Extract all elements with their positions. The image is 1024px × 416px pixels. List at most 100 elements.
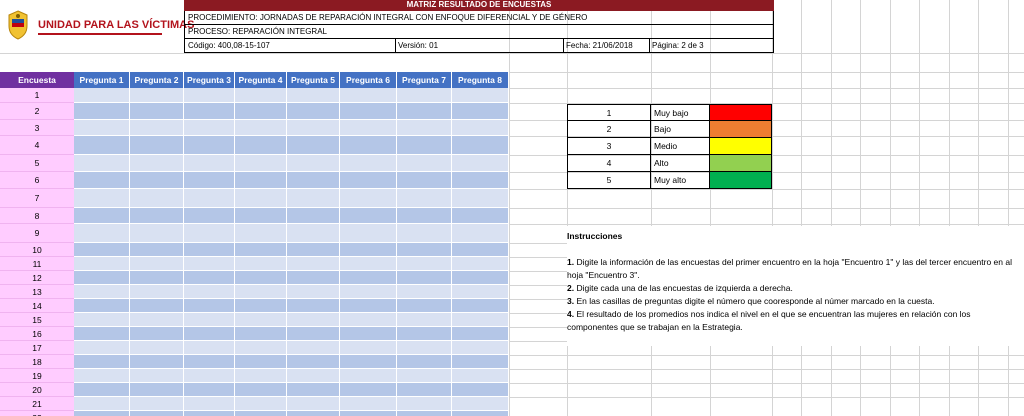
answer-cell[interactable]	[287, 224, 340, 243]
answer-cell[interactable]	[184, 243, 235, 257]
answer-cell[interactable]	[184, 355, 235, 369]
answer-cell[interactable]	[130, 88, 184, 103]
answer-cell[interactable]	[74, 257, 130, 271]
answer-cell[interactable]	[130, 383, 184, 397]
answer-cell[interactable]	[235, 155, 287, 172]
answer-cell[interactable]	[235, 285, 287, 299]
answer-cell[interactable]	[74, 383, 130, 397]
answer-cell[interactable]	[184, 88, 235, 103]
answer-cell[interactable]	[235, 369, 287, 383]
answer-cell[interactable]	[184, 383, 235, 397]
answer-cell[interactable]	[287, 189, 340, 208]
answer-cell[interactable]	[184, 327, 235, 341]
answer-cell[interactable]	[74, 369, 130, 383]
answer-cell[interactable]	[340, 411, 397, 416]
answer-cell[interactable]	[397, 224, 452, 243]
answer-cell[interactable]	[184, 299, 235, 313]
answer-cell[interactable]	[184, 103, 235, 120]
answer-cell[interactable]	[452, 208, 509, 224]
answer-cell[interactable]	[287, 136, 340, 155]
answer-cell[interactable]	[184, 120, 235, 136]
answer-cell[interactable]	[235, 411, 287, 416]
answer-cell[interactable]	[130, 172, 184, 189]
answer-cell[interactable]	[235, 397, 287, 411]
answer-cell[interactable]	[287, 103, 340, 120]
answer-cell[interactable]	[397, 243, 452, 257]
answer-cell[interactable]	[130, 313, 184, 327]
answer-cell[interactable]	[184, 411, 235, 416]
answer-cell[interactable]	[235, 172, 287, 189]
answer-cell[interactable]	[287, 411, 340, 416]
answer-cell[interactable]	[184, 224, 235, 243]
answer-cell[interactable]	[452, 257, 509, 271]
answer-cell[interactable]	[184, 136, 235, 155]
answer-cell[interactable]	[287, 155, 340, 172]
answer-cell[interactable]	[235, 271, 287, 285]
answer-cell[interactable]	[452, 327, 509, 341]
answer-cell[interactable]	[74, 120, 130, 136]
answer-cell[interactable]	[340, 397, 397, 411]
answer-cell[interactable]	[397, 383, 452, 397]
answer-cell[interactable]	[184, 208, 235, 224]
answer-cell[interactable]	[74, 243, 130, 257]
column-header-encuesta[interactable]: Encuesta	[0, 72, 74, 88]
answer-cell[interactable]	[74, 136, 130, 155]
answer-cell[interactable]	[397, 155, 452, 172]
answer-cell[interactable]	[452, 155, 509, 172]
answer-cell[interactable]	[287, 299, 340, 313]
answer-cell[interactable]	[130, 411, 184, 416]
answer-cell[interactable]	[130, 299, 184, 313]
answer-cell[interactable]	[184, 172, 235, 189]
answer-cell[interactable]	[397, 285, 452, 299]
answer-cell[interactable]	[452, 120, 509, 136]
answer-cell[interactable]	[287, 271, 340, 285]
answer-cell[interactable]	[184, 189, 235, 208]
answer-cell[interactable]	[184, 155, 235, 172]
answer-cell[interactable]	[397, 355, 452, 369]
answer-cell[interactable]	[397, 271, 452, 285]
answer-cell[interactable]	[287, 327, 340, 341]
answer-cell[interactable]	[287, 369, 340, 383]
answer-cell[interactable]	[340, 355, 397, 369]
answer-cell[interactable]	[130, 341, 184, 355]
answer-cell[interactable]	[74, 299, 130, 313]
answer-cell[interactable]	[287, 208, 340, 224]
answer-cell[interactable]	[130, 120, 184, 136]
answer-cell[interactable]	[340, 299, 397, 313]
answer-cell[interactable]	[74, 224, 130, 243]
answer-cell[interactable]	[340, 189, 397, 208]
answer-cell[interactable]	[287, 88, 340, 103]
answer-cell[interactable]	[74, 155, 130, 172]
answer-cell[interactable]	[287, 257, 340, 271]
answer-cell[interactable]	[340, 383, 397, 397]
answer-cell[interactable]	[74, 271, 130, 285]
answer-cell[interactable]	[235, 313, 287, 327]
answer-cell[interactable]	[184, 341, 235, 355]
answer-cell[interactable]	[287, 172, 340, 189]
answer-cell[interactable]	[340, 313, 397, 327]
answer-cell[interactable]	[74, 313, 130, 327]
column-header-pregunta-4[interactable]: Pregunta 4	[235, 72, 287, 88]
answer-cell[interactable]	[452, 243, 509, 257]
answer-cell[interactable]	[74, 285, 130, 299]
answer-cell[interactable]	[452, 189, 509, 208]
answer-cell[interactable]	[184, 285, 235, 299]
answer-cell[interactable]	[74, 411, 130, 416]
answer-cell[interactable]	[397, 136, 452, 155]
answer-cell[interactable]	[235, 208, 287, 224]
answer-cell[interactable]	[340, 285, 397, 299]
answer-cell[interactable]	[340, 208, 397, 224]
answer-cell[interactable]	[287, 355, 340, 369]
answer-cell[interactable]	[340, 88, 397, 103]
answer-cell[interactable]	[235, 327, 287, 341]
answer-cell[interactable]	[340, 327, 397, 341]
answer-cell[interactable]	[452, 285, 509, 299]
answer-cell[interactable]	[452, 383, 509, 397]
answer-cell[interactable]	[130, 243, 184, 257]
answer-cell[interactable]	[397, 120, 452, 136]
answer-cell[interactable]	[340, 120, 397, 136]
answer-cell[interactable]	[235, 224, 287, 243]
answer-cell[interactable]	[130, 155, 184, 172]
answer-cell[interactable]	[74, 208, 130, 224]
answer-cell[interactable]	[184, 257, 235, 271]
